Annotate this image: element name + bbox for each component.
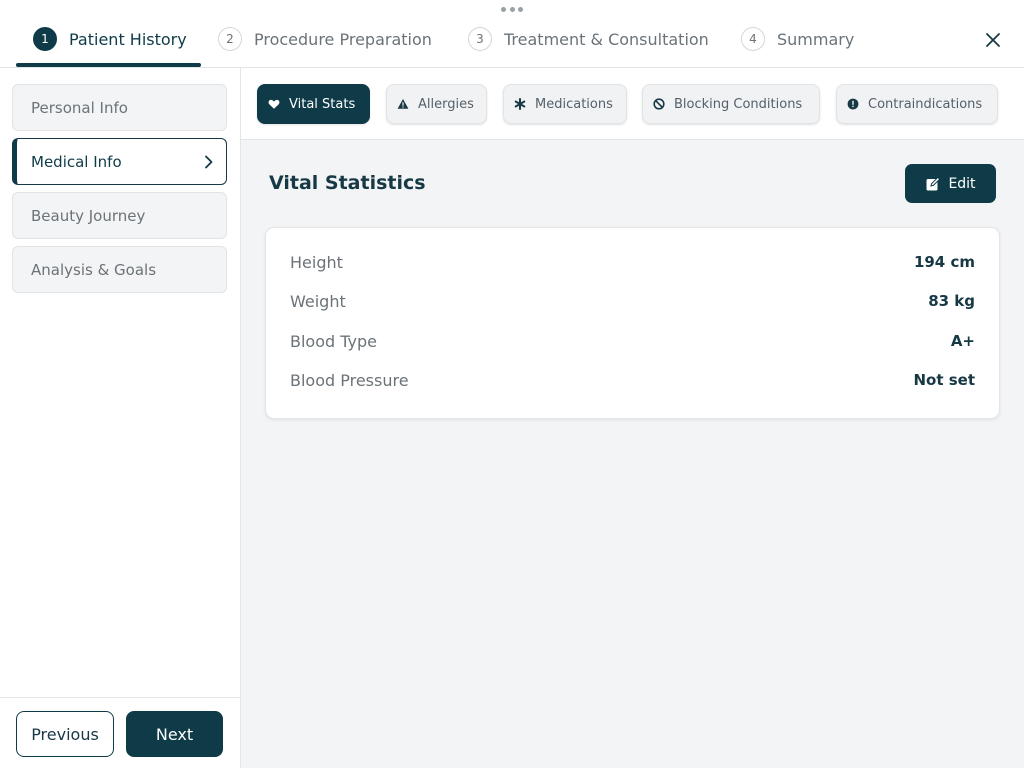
step-number: 1 (33, 27, 57, 51)
step-patient-history[interactable]: 1 Patient History (33, 27, 187, 51)
stepper-header: 1 Patient History 2 Procedure Preparatio… (0, 0, 1024, 68)
close-icon (986, 33, 1000, 47)
asterisk-icon (514, 98, 526, 110)
vital-value: 194 cm (913, 253, 975, 271)
sidebar-footer: Previous Next (0, 697, 240, 768)
next-button[interactable]: Next (126, 711, 223, 757)
vital-label: Blood Pressure (290, 370, 409, 390)
tab-label: Allergies (418, 96, 474, 112)
sidebar-item-personal-info[interactable]: Personal Info (12, 84, 227, 131)
edit-icon (926, 176, 941, 190)
edit-label: Edit (948, 175, 976, 192)
ban-icon (653, 98, 665, 110)
tab-bar: Vital Stats Allergies Medications Blocki… (241, 68, 1024, 140)
tab-medications[interactable]: Medications (503, 84, 627, 124)
sidebar-item-label: Analysis & Goals (31, 260, 157, 279)
alert-circle-icon (847, 98, 859, 110)
step-label: Procedure Preparation (254, 29, 432, 49)
sidebar-item-analysis-goals[interactable]: Analysis & Goals (12, 246, 227, 293)
sidebar-item-label: Personal Info (31, 98, 128, 117)
vital-row-blood-pressure: Blood Pressure Not set (290, 368, 975, 392)
tab-label: Medications (535, 96, 613, 112)
tab-label: Contraindications (868, 96, 983, 112)
step-number: 3 (468, 27, 492, 51)
step-number: 4 (741, 27, 765, 51)
sidebar-item-label: Medical Info (31, 152, 122, 171)
active-step-underline (16, 63, 201, 67)
tab-label: Vital Stats (289, 96, 356, 112)
step-label: Treatment & Consultation (504, 29, 709, 49)
tab-label: Blocking Conditions (674, 96, 803, 112)
sidebar-item-label: Beauty Journey (31, 206, 146, 225)
tab-allergies[interactable]: Allergies (386, 84, 487, 124)
previous-button[interactable]: Previous (16, 711, 114, 757)
tab-contraindications[interactable]: Contraindications (836, 84, 998, 124)
vital-value: 83 kg (928, 292, 975, 310)
vital-value: Not set (913, 371, 975, 389)
step-label: Summary (777, 29, 855, 49)
step-summary[interactable]: 4 Summary (741, 27, 854, 51)
heart-icon (268, 98, 280, 110)
vital-row-blood-type: Blood Type A+ (290, 329, 975, 353)
sidebar-item-medical-info[interactable]: Medical Info (12, 138, 227, 185)
sidebar: Personal Info Medical Info Beauty Journe… (0, 68, 241, 768)
close-button[interactable] (980, 28, 1006, 52)
step-number: 2 (218, 27, 242, 51)
vital-stats-card: Height 194 cm Weight 83 kg Blood Type A+… (265, 227, 1000, 419)
vital-value: A+ (950, 332, 975, 350)
edit-button[interactable]: Edit (905, 164, 996, 203)
vital-row-height: Height 194 cm (290, 250, 975, 274)
tab-vital-stats[interactable]: Vital Stats (257, 84, 370, 124)
step-label: Patient History (69, 29, 187, 49)
main-content: Vital Stats Allergies Medications Blocki… (241, 68, 1024, 768)
step-treatment-consultation[interactable]: 3 Treatment & Consultation (468, 27, 709, 51)
warning-icon (397, 98, 409, 110)
vital-label: Height (290, 252, 343, 272)
step-procedure-preparation[interactable]: 2 Procedure Preparation (218, 27, 432, 51)
chevron-right-icon (205, 155, 213, 168)
section-title: Vital Statistics (269, 172, 426, 194)
vital-label: Blood Type (290, 331, 377, 351)
tab-blocking-conditions[interactable]: Blocking Conditions (642, 84, 820, 124)
sidebar-item-beauty-journey[interactable]: Beauty Journey (12, 192, 227, 239)
vital-label: Weight (290, 291, 346, 311)
vital-row-weight: Weight 83 kg (290, 289, 975, 313)
